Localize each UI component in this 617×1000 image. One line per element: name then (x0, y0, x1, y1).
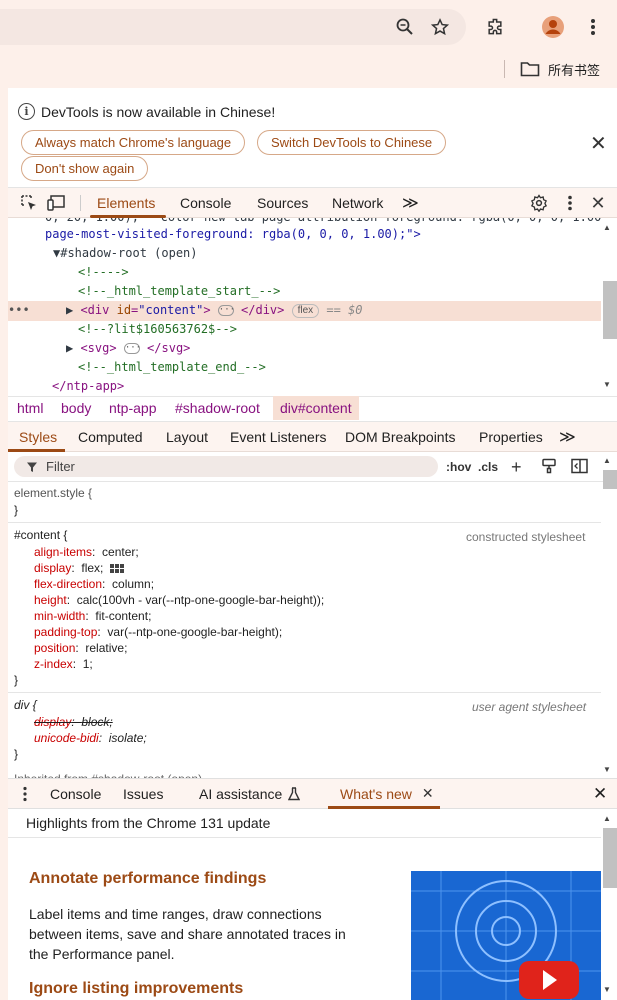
whats-new-label: What's new (340, 785, 412, 802)
devtools-menu-icon[interactable] (557, 190, 583, 216)
crumb-html[interactable]: html (17, 396, 43, 420)
dom-line-svg[interactable]: ▶ <svg> ··· </svg> (66, 339, 190, 358)
class-toggle-button[interactable]: .cls (478, 457, 498, 477)
div-attr-value: "content" (138, 303, 204, 317)
more-style-tabs-chevron-icon[interactable]: ≫ (559, 421, 576, 452)
scroll-up-arrow-icon[interactable]: ▲ (603, 223, 611, 232)
tab-console[interactable]: Console (180, 188, 231, 218)
filter-funnel-icon (27, 462, 37, 472)
profile-avatar-icon[interactable] (540, 14, 566, 40)
dom-scrollbar-thumb[interactable] (603, 281, 617, 339)
styles-scrollbar-thumb[interactable] (603, 470, 617, 489)
collapsed-children-icon[interactable]: ··· (123, 343, 141, 354)
whats-new-divider (8, 837, 601, 838)
flask-icon (288, 786, 301, 800)
feature-heading[interactable]: Annotate performance findings (29, 870, 266, 888)
div-attr-name: id (116, 303, 132, 317)
drawer-tab-console[interactable]: Console (50, 778, 101, 809)
more-tabs-chevron-icon[interactable]: ≫ (402, 188, 419, 218)
all-bookmarks-folder[interactable]: 所有书签 (520, 58, 600, 80)
color-format-icon[interactable] (541, 458, 557, 477)
shadow-root-label: #shadow-root (open) (60, 246, 198, 260)
tab-event-listeners[interactable]: Event Listeners (230, 421, 327, 452)
new-rule-plus-icon[interactable]: + (511, 457, 522, 477)
svg-open-tag: <svg> (80, 341, 117, 355)
expand-triangle-icon[interactable]: ▶ (66, 303, 80, 317)
video-thumbnail[interactable] (411, 871, 601, 1000)
feature-heading[interactable]: Ignore listing improvements (29, 980, 243, 998)
dom-comment[interactable]: <!--?lit$160563762$--> (78, 320, 237, 339)
tab-network[interactable]: Network (332, 188, 383, 218)
styles-scroll-up-icon[interactable]: ▲ (603, 456, 611, 465)
drawer-tab-whats-new[interactable]: What's new ✕ (340, 778, 434, 809)
drawer-scrollbar-thumb[interactable] (603, 828, 617, 888)
info-icon: i (18, 103, 35, 120)
drawer-tab-ai-assistance[interactable]: AI assistance (199, 778, 301, 809)
expand-triangle-icon[interactable]: ▶ (66, 341, 80, 355)
tab-dom-breakpoints[interactable]: DOM Breakpoints (345, 421, 455, 452)
flex-badge[interactable]: flex (291, 303, 320, 318)
console-ref: == $0 (326, 303, 363, 317)
crumb-div-content[interactable]: div#content (273, 396, 359, 420)
tab-properties[interactable]: Properties (479, 421, 543, 452)
bookmarks-divider (504, 60, 505, 78)
div-close-tag: </div> (241, 303, 285, 317)
crumb-shadow-root[interactable]: #shadow-root (175, 396, 260, 420)
dont-show-again-button[interactable]: Don't show again (21, 156, 149, 181)
tab-styles[interactable]: Styles (19, 421, 57, 452)
dom-line-shadow-root[interactable]: ▼#shadow-root (open) (53, 244, 198, 263)
tab-sources[interactable]: Sources (257, 188, 308, 218)
dom-line-ntp-close[interactable]: </ntp-app> (52, 377, 124, 396)
row-options-icon[interactable]: ••• (8, 301, 30, 320)
hover-state-button[interactable]: :hov (446, 457, 471, 477)
crumb-ntp-app[interactable]: ntp-app (109, 396, 156, 420)
switch-to-chinese-button[interactable]: Switch DevTools to Chinese (257, 130, 447, 155)
dom-line-div-content[interactable]: ▶ <div id="content"> ··· </div> flex == … (66, 301, 363, 320)
tab-computed[interactable]: Computed (78, 421, 143, 452)
drawer-menu-icon[interactable] (22, 778, 28, 809)
ai-assistance-label: AI assistance (199, 785, 283, 802)
close-drawer-icon[interactable]: ✕ (593, 778, 607, 809)
infobar-message-row: i DevTools is now available in Chinese! (18, 103, 275, 120)
crumb-body[interactable]: body (61, 396, 91, 420)
filter-placeholder: Filter (46, 459, 75, 474)
all-bookmarks-label: 所有书签 (548, 62, 601, 78)
infobar-message: DevTools is now available in Chinese! (41, 103, 276, 120)
tabbar-divider (80, 195, 81, 211)
scroll-down-arrow-icon[interactable]: ▼ (603, 380, 611, 389)
extensions-icon[interactable] (482, 14, 508, 40)
always-match-language-button[interactable]: Always match Chrome's language (21, 130, 246, 155)
close-infobar-icon[interactable]: ✕ (590, 131, 607, 156)
tab-elements[interactable]: Elements (97, 188, 155, 218)
close-devtools-icon[interactable]: ✕ (585, 190, 611, 216)
settings-gear-icon[interactable] (526, 190, 552, 216)
feature-description: Label items and time ranges, draw connec… (29, 906, 346, 962)
styles-scroll-down-icon[interactable]: ▼ (603, 765, 611, 774)
toggle-sidebar-icon[interactable] (571, 458, 588, 477)
dom-comment[interactable]: <!--_html_template_start_--> (78, 282, 280, 301)
drawer-tab-issues[interactable]: Issues (123, 778, 163, 809)
drawer-scroll-up-icon[interactable]: ▲ (603, 814, 611, 823)
chrome-menu-icon[interactable] (580, 14, 606, 40)
drawer-scroll-down-icon[interactable]: ▼ (603, 985, 611, 994)
device-toolbar-icon[interactable] (44, 190, 70, 216)
inspect-element-icon[interactable] (16, 190, 42, 216)
styles-filter-input[interactable]: Filter (14, 456, 438, 477)
dom-comment[interactable]: <!----> (78, 263, 129, 282)
tab-layout[interactable]: Layout (166, 421, 208, 452)
zoom-icon[interactable] (392, 14, 418, 40)
dom-tree: 0, 20, 1.00); --color-new-tab-page-attri… (8, 218, 601, 396)
collapsed-children-icon[interactable]: ··· (217, 305, 235, 316)
bookmark-star-icon[interactable] (427, 14, 453, 40)
close-tab-icon[interactable]: ✕ (422, 785, 434, 802)
folder-icon (520, 62, 540, 77)
dom-line-style-end: page-most-visited-foreground: rgba(0, 0,… (45, 227, 421, 241)
dom-comment[interactable]: <!--_html_template_end_--> (78, 358, 266, 377)
svg-close-tag: </svg> (147, 341, 191, 355)
div-open-tag: <div (80, 303, 110, 317)
whats-new-header: Highlights from the Chrome 131 update (26, 815, 271, 831)
